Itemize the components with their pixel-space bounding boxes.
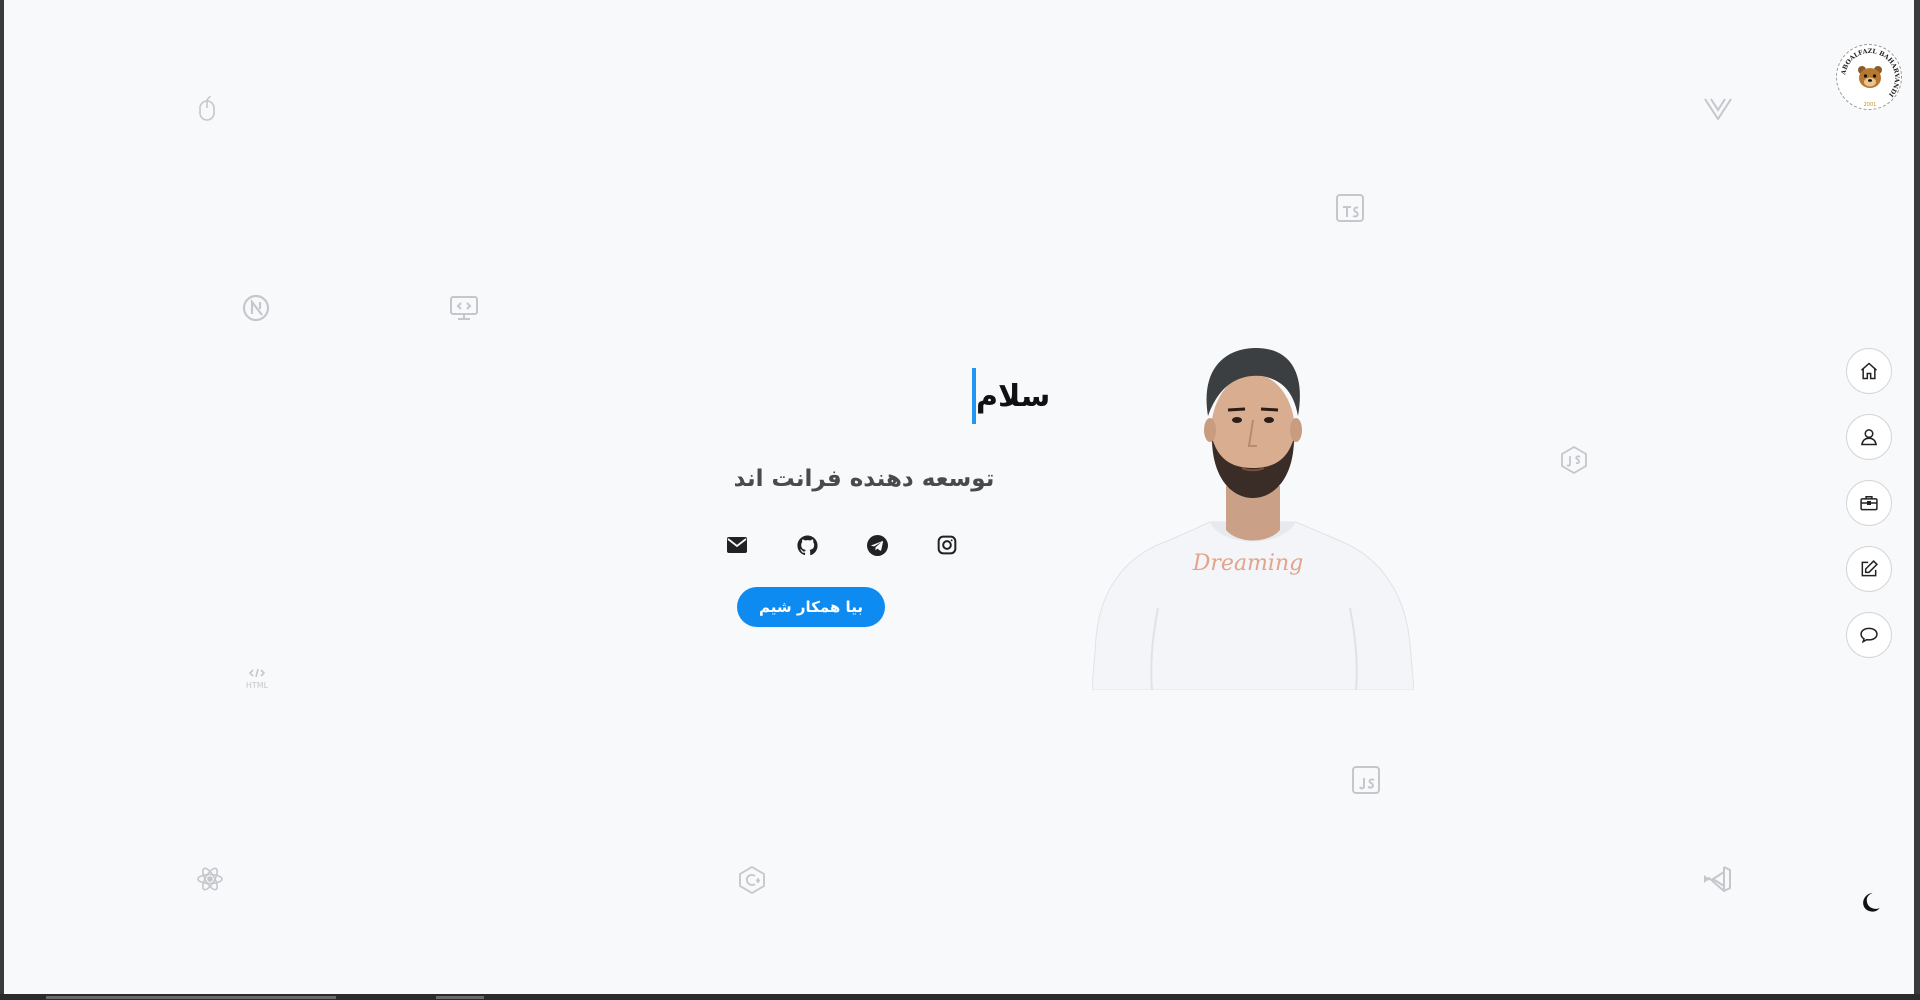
nextjs-icon [242,294,270,322]
nav-about-button[interactable] [1846,414,1892,460]
vscode-icon [1704,866,1732,892]
edit-icon [1861,560,1878,577]
typing-caret [972,368,976,424]
nav-blog-button[interactable] [1846,546,1892,592]
moon-icon [1863,892,1880,912]
vue-icon [1704,98,1732,120]
user-icon [1861,429,1877,446]
csharp-icon [738,866,768,894]
mail-icon[interactable] [722,530,752,560]
greeting-wrap: سلام [972,368,1058,424]
monitor-code-icon [450,296,478,320]
social-links [722,530,962,560]
javascript-icon [1352,766,1380,794]
nodejs-icon [1560,446,1588,474]
briefcase-icon [1860,496,1878,511]
bear-icon [1858,66,1882,88]
collaborate-button[interactable]: بیا همکار شیم [737,587,885,627]
html-icon: HTML [242,668,272,690]
page: HTML ABOALFAZL BAHARVANDI 2001 سلام توسع… [4,0,1914,994]
nav-portfolio-button[interactable] [1846,480,1892,526]
profile-photo: Dreaming [1092,348,1414,690]
telegram-icon[interactable] [862,530,892,560]
typescript-icon [1336,194,1364,222]
nav-contact-button[interactable] [1846,612,1892,658]
chat-icon [1860,627,1878,644]
taskbar-strip [0,994,1920,1000]
svg-text:HTML: HTML [246,681,269,690]
react-icon [196,866,224,892]
github-icon[interactable] [792,530,822,560]
side-navigation [1846,348,1892,678]
svg-text:Dreaming: Dreaming [1192,551,1303,576]
mouse-icon [198,96,216,122]
theme-toggle-button[interactable] [1856,888,1884,916]
taskbar-segment [436,996,484,999]
svg-text:2001: 2001 [1864,102,1877,108]
instagram-icon[interactable] [932,530,962,560]
nav-home-button[interactable] [1846,348,1892,394]
taskbar-segment [46,996,336,999]
greeting-text: سلام [976,378,1051,414]
role-title: توسعه دهنده فرانت اند [733,466,995,492]
home-icon [1861,362,1877,380]
hero-section: سلام توسعه دهنده فرانت اند بیا همکار شیم [664,360,1064,640]
brand-logo[interactable]: ABOALFAZL BAHARVANDI 2001 [1836,44,1902,110]
